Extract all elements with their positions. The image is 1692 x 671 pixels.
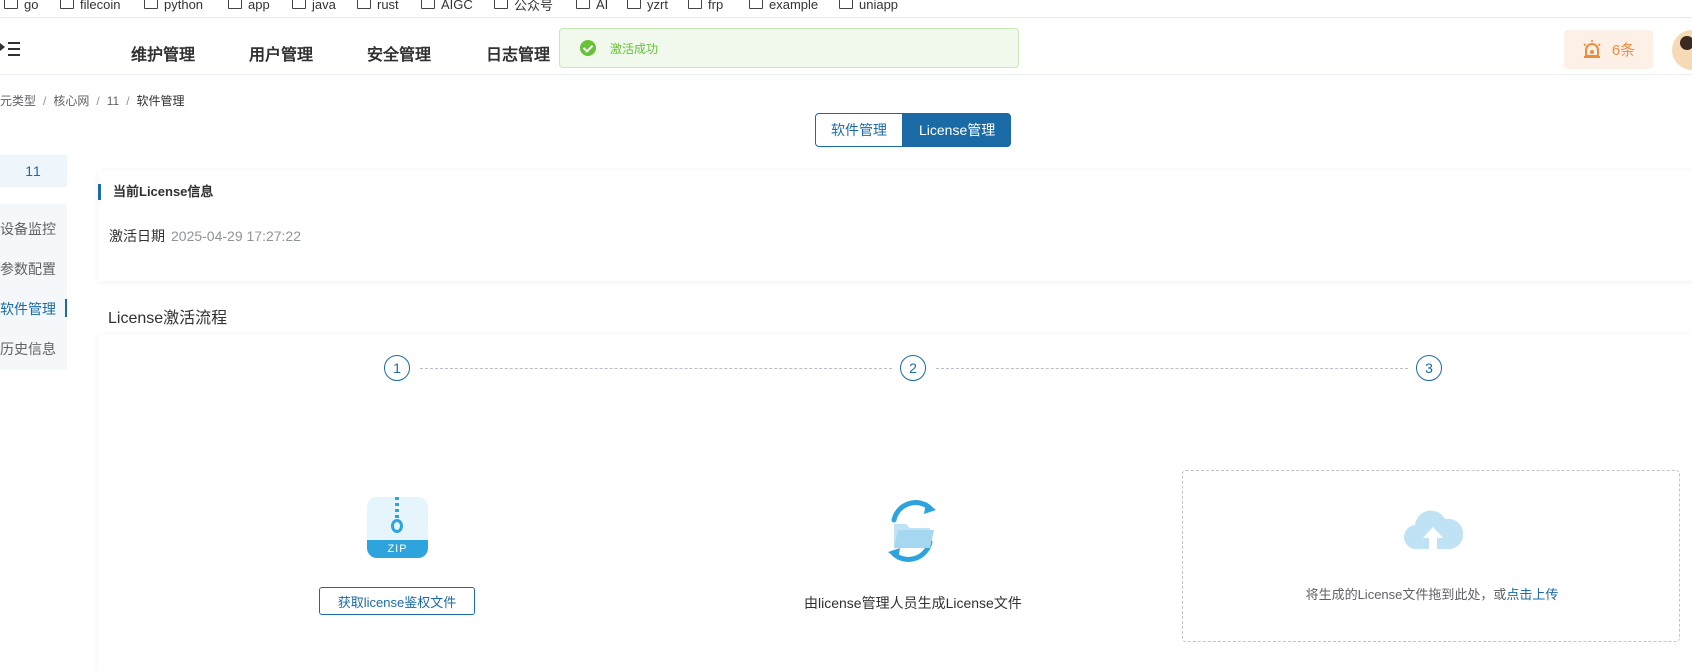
sidebar-device-name[interactable]: 11 <box>0 155 67 187</box>
nav-user-management[interactable]: 用户管理 <box>249 41 313 65</box>
folder-icon <box>688 0 702 9</box>
zip-label: ZIP <box>367 540 428 558</box>
folder-icon <box>228 0 242 9</box>
toast-message: 激活成功 <box>610 41 659 56</box>
nav-security-management[interactable]: 安全管理 <box>367 41 431 65</box>
tab-software-management[interactable]: 软件管理 <box>815 113 903 147</box>
bookmark-example[interactable]: example <box>749 0 818 14</box>
bookmark-gongzhonghao[interactable]: 公众号 <box>494 0 553 14</box>
tab-switch: 软件管理 License管理 <box>815 113 1012 147</box>
breadcrumb: 网元类型/核心网/11/软件管理 <box>0 92 185 109</box>
folder-icon <box>839 0 853 9</box>
step2-description: 由license管理人员生成License文件 <box>804 595 1022 611</box>
folder-icon <box>494 0 508 9</box>
bookmark-rust[interactable]: rust <box>357 0 399 14</box>
license-flow-title: License激活流程 <box>108 310 228 327</box>
nav-maintenance[interactable]: 维护管理 <box>131 41 195 65</box>
sidebar-item-device-monitor[interactable]: 设备监控 <box>0 219 67 239</box>
license-upload-dropzone[interactable]: 将生成的License文件拖到此处，或点击上传 <box>1182 470 1680 642</box>
success-toast: 激活成功 <box>559 28 1019 68</box>
breadcrumb-item[interactable]: 核心网 <box>53 94 89 108</box>
sidebar-item-history[interactable]: 历史信息 <box>0 339 67 359</box>
nav-log-management[interactable]: 日志管理 <box>486 41 550 65</box>
breadcrumb-item[interactable]: 网元类型 <box>0 94 36 108</box>
activation-date-row: 激活日期 2025-04-29 17:27:22 <box>109 226 301 246</box>
bookmark-aigc[interactable]: AIGC <box>421 0 473 14</box>
folder-icon <box>60 0 74 9</box>
sidebar-item-software-management[interactable]: 软件管理 <box>0 299 67 319</box>
step-1-indicator: 1 <box>384 355 410 381</box>
step-2-indicator: 2 <box>900 355 926 381</box>
folder-icon <box>749 0 763 9</box>
bookmark-uniapp[interactable]: uniapp <box>839 0 898 14</box>
activation-date-label: 激活日期 <box>109 228 165 244</box>
bookmark-filecoin[interactable]: filecoin <box>60 0 120 14</box>
bookmark-python[interactable]: python <box>144 0 203 14</box>
breadcrumb-item[interactable]: 11 <box>107 94 119 108</box>
bookmark-go[interactable]: go <box>4 0 38 14</box>
license-info-title: 当前License信息 <box>98 184 213 200</box>
license-info-card: 当前License信息 激活日期 2025-04-29 17:27:22 <box>98 170 1692 281</box>
bookmark-frp[interactable]: frp <box>688 0 723 14</box>
tab-license-management[interactable]: License管理 <box>903 113 1012 147</box>
alarm-light-icon <box>1583 39 1601 58</box>
folder-icon <box>4 0 18 9</box>
bookmarks-bar: go filecoin python app java rust AIGC 公众… <box>0 0 1692 18</box>
alarm-count: 6条 <box>1611 42 1636 59</box>
folder-icon <box>292 0 306 9</box>
folder-icon <box>576 0 590 9</box>
sidebar-item-param-config[interactable]: 参数配置 <box>0 259 67 279</box>
menu-fold-icon[interactable] <box>0 40 20 58</box>
activation-date-value: 2025-04-29 17:27:22 <box>171 228 301 244</box>
bookmark-yzrt[interactable]: yzrt <box>627 0 668 14</box>
breadcrumb-current: 软件管理 <box>136 94 185 108</box>
folder-icon <box>144 0 158 9</box>
step-connector <box>936 368 1408 369</box>
upload-hint: 将生成的License文件拖到此处，或点击上传 <box>1305 587 1559 602</box>
bookmark-app[interactable]: app <box>228 0 270 14</box>
bookmark-java[interactable]: java <box>292 0 336 14</box>
folder-sync-icon <box>888 500 936 562</box>
step-3-indicator: 3 <box>1416 355 1442 381</box>
check-circle-icon <box>580 40 596 56</box>
get-license-file-button[interactable]: 获取license鉴权文件 <box>319 587 475 615</box>
click-upload-link[interactable]: 点击上传 <box>1506 587 1558 602</box>
cloud-upload-icon <box>1404 510 1463 550</box>
bookmark-ai[interactable]: AI <box>576 0 608 14</box>
folder-icon <box>627 0 641 9</box>
step-connector <box>420 368 892 369</box>
folder-icon <box>357 0 371 9</box>
zip-file-icon: ZIP <box>367 497 428 558</box>
alarm-badge[interactable]: 6条 <box>1564 30 1653 69</box>
folder-icon <box>421 0 435 9</box>
